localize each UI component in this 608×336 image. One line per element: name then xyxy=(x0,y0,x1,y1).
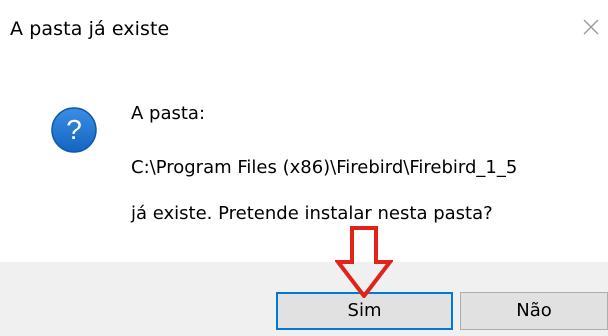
message-path: C:\Program Files (x86)\Firebird\Firebird… xyxy=(131,157,518,178)
message-question: já existe. Pretende instalar nesta pasta… xyxy=(131,203,493,224)
message-line-1: A pasta: xyxy=(131,103,206,124)
svg-text:?: ? xyxy=(66,114,82,145)
question-icon: ? xyxy=(51,107,97,153)
close-icon xyxy=(583,19,599,35)
no-button[interactable]: Não xyxy=(460,292,608,330)
red-down-arrow-icon xyxy=(335,226,393,298)
dialog-title: A pasta já existe xyxy=(10,18,170,40)
close-button[interactable] xyxy=(578,14,604,40)
